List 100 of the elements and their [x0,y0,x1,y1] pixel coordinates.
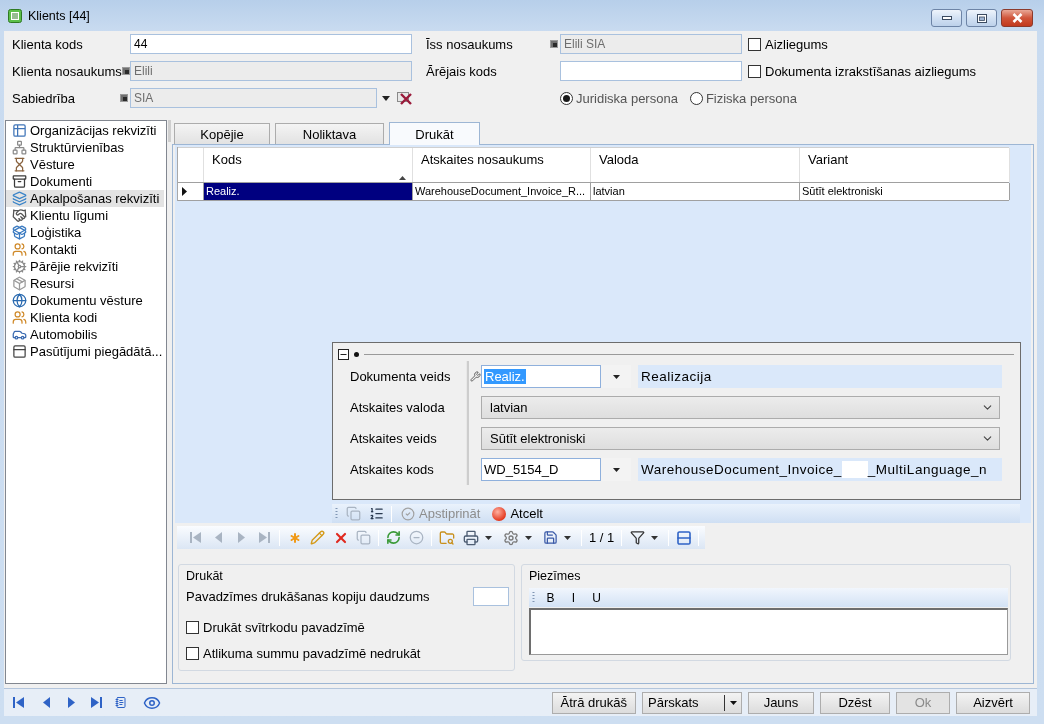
tab[interactable]: Noliktava [275,123,384,144]
refresh-icon[interactable] [386,530,401,545]
maximize-button[interactable] [966,9,997,27]
field-text: _MultiLanguage_n [867,462,987,477]
caret-icon[interactable] [524,535,532,540]
radio-label: Fiziska persona [705,90,797,106]
column-header[interactable]: Valoda [591,148,800,182]
dropdown-arrow-icon[interactable] [612,467,620,472]
button[interactable]: Aizvērt [956,691,1030,714]
column-header[interactable]: Variant [800,148,1010,182]
table-row[interactable]: Realiz. WarehouseDocument_Invoice_R... latvian Sūtīt elektroniski [178,183,1009,201]
select-field[interactable]: latvian [481,396,1000,419]
collapse-icon[interactable] [338,348,349,360]
selected-text: Realiz. [484,369,526,384]
code-field[interactable]: WD_5154_D [481,458,601,481]
settings-icon[interactable] [502,529,519,546]
folder-search-icon[interactable] [438,529,455,546]
checkbox[interactable] [186,646,199,660]
sidebar-item[interactable]: Kontakti [6,241,164,258]
table-cell: Sūtīt elektroniski [800,183,1010,200]
globe-icon [12,293,27,308]
layers-icon [12,191,27,206]
redaction-block [841,461,868,478]
caret-icon[interactable] [651,535,659,540]
button[interactable]: Dzēst [820,691,890,714]
caret-icon [730,700,737,705]
tab[interactable]: Kopējie [174,123,270,144]
field-label: Īss nosaukums [426,36,513,52]
field-label: Ārējais kods [426,63,497,79]
sort-arrow-icon [399,176,406,180]
sidebar-item[interactable]: Automobilis [6,326,164,343]
button[interactable]: Ātrā drukāš [551,691,636,714]
sidebar-item[interactable]: Vēsture [6,156,164,173]
field-text: WarehouseDocument_Invoice_ [641,462,842,477]
select-field[interactable]: Sūtīt elektroniski [481,427,1000,450]
sidebar-item[interactable]: Pasūtījumi piegādātā... [6,343,164,360]
sidebar-item[interactable]: Loģistika [6,224,164,241]
app-icon [8,9,22,23]
format-button[interactable]: U [585,588,608,607]
sidebar-item[interactable]: Pārējie rekvizīti [6,258,164,275]
format-button[interactable]: B [539,588,562,607]
numbered-list-icon[interactable] [369,506,384,521]
panel-icon [12,344,27,359]
last-icon[interactable] [90,697,102,708]
input-field[interactable] [473,586,509,606]
handshake-icon [12,208,27,223]
text-field[interactable] [560,61,742,81]
package-icon [12,225,27,240]
field-label: Pavadzīmes drukāšanas kopiju daudzums [186,588,430,604]
caret-icon[interactable] [484,535,492,540]
sidebar-item[interactable]: Klientu līgumi [6,207,164,224]
checkbox[interactable] [748,37,761,51]
field-label: Dokumenta veids [349,369,452,384]
cancel-button[interactable]: Atcelt [486,504,549,523]
column-header[interactable]: Atskaites nosaukums [413,148,591,182]
notes-textarea[interactable] [529,608,1008,655]
sidebar-item[interactable]: Klienta kodi [6,309,164,326]
table-cell: WarehouseDocument_Invoice_R... [413,183,591,200]
radio-label: Juridiska persona [576,90,678,106]
caret-icon[interactable] [564,535,571,540]
stop-circle-icon [492,506,507,521]
clear-icon[interactable] [397,91,412,105]
sidebar-item[interactable]: Apkalpošanas rekvizīti [6,190,164,207]
next-icon[interactable] [65,697,77,708]
field-label: Atskaites kods [349,462,435,477]
report-split-button[interactable]: Pārskats [642,691,742,714]
notebook-icon[interactable] [115,696,127,709]
splitter-handle[interactable] [168,120,171,142]
column-header[interactable]: Kods [204,148,413,182]
checkbox[interactable] [186,620,199,634]
sidebar-item[interactable]: Resursi [6,275,164,292]
sidebar-item[interactable]: Dokumentu vēsture [6,292,164,309]
sidebar-item[interactable]: Struktūrvienības [6,139,164,156]
text-field[interactable]: 44 [130,34,412,54]
field-label: Klienta nosaukums [12,63,122,79]
button[interactable]: Jauns [748,691,814,714]
table-cell: latvian [591,183,800,200]
tab[interactable]: Drukāt [389,122,480,145]
filter-icon[interactable] [630,530,646,545]
rows-icon[interactable] [675,529,692,546]
dropdown-arrow-icon[interactable] [612,374,620,379]
group-title: Piezīmes [529,569,581,583]
first-icon[interactable] [12,697,24,708]
save-icon[interactable] [543,530,558,545]
field-label: Atskaites valoda [349,400,446,415]
printer-icon[interactable] [462,529,479,546]
radio-button[interactable] [689,91,703,105]
page-counter: 1 / 1 [588,530,616,545]
close-button[interactable] [1001,9,1033,27]
sidebar-item[interactable]: Dokumenti [6,173,164,190]
minimize-button[interactable] [931,9,962,27]
network-icon [12,140,27,155]
format-button[interactable]: I [562,588,585,607]
sidebar-item[interactable]: Organizācijas rekvizīti [6,122,164,139]
previous-icon[interactable] [40,697,52,708]
checkbox[interactable] [748,64,761,78]
checkbox-label: Atlikuma summu pavadzīmē nedrukāt [203,645,421,661]
radio-button[interactable] [560,91,573,105]
description-field: Realizacija [638,365,1002,388]
checkbox-label: Dokumenta izrakstīšanas aizliegums [765,63,976,79]
